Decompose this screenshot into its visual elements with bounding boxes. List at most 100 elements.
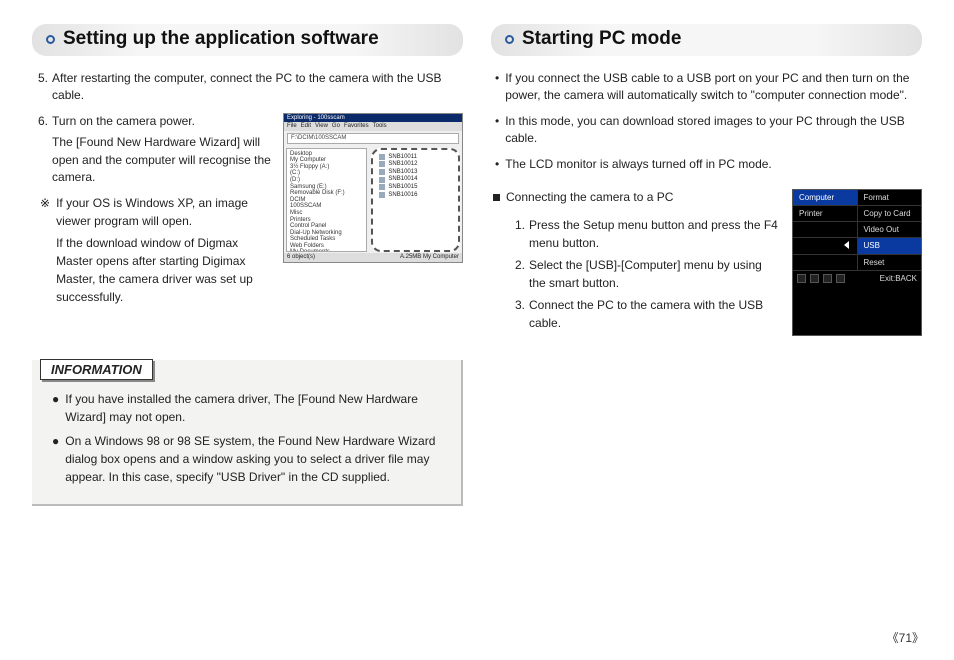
tree-item: Web Folders	[290, 243, 363, 250]
tree-item: Samsung (E:)	[290, 184, 363, 191]
tree-item: My Documents	[290, 249, 363, 251]
cm-bottom-bar: Exit:BACK	[793, 271, 921, 286]
explorer-menu: File Edit View Go Favorites Tools	[284, 122, 462, 131]
explorer-tree: Desktop My Computer 3½ Floppy (A:) (C:) …	[286, 148, 367, 252]
info-item-1: ● If you have installed the camera drive…	[52, 390, 447, 426]
file-name: SNB10015	[388, 184, 417, 191]
step-5-num: 5.	[38, 70, 48, 105]
status-left: 6 object(s)	[287, 254, 315, 260]
xp-note: ※ If your OS is Windows XP, an image vie…	[32, 194, 273, 306]
bullet-icon: •	[495, 113, 499, 148]
sub-step-1: 1. Press the Setup menu button and press…	[515, 216, 780, 252]
menu-fav: Favorites	[344, 123, 369, 130]
cm-empty	[793, 255, 858, 271]
right-bullet-3: • The LCD monitor is always turned off i…	[491, 156, 922, 173]
tree-item: Desktop	[290, 151, 363, 158]
bullet-icon: •	[495, 156, 499, 173]
step-6-line2: The [Found New Hardware Wizard] will ope…	[52, 134, 273, 186]
tree-item: 100SSCAM	[290, 203, 363, 210]
step-6: 6. Turn on the camera power. The [Found …	[32, 113, 273, 187]
menu-edit: Edit	[301, 123, 311, 130]
status-right: A.25MB My Computer	[400, 254, 459, 261]
header-bullet-icon	[505, 35, 514, 44]
cm-video: Video Out	[858, 222, 922, 238]
file-item: SNB10013	[379, 169, 452, 176]
information-box: INFORMATION ● If you have installed the …	[32, 360, 463, 506]
cm-arrow-cell	[793, 238, 858, 255]
xp-note-2: If the download window of Digmax Master …	[56, 234, 273, 306]
tree-item: (D:)	[290, 177, 363, 184]
right-b2-text: In this mode, you can download stored im…	[505, 113, 922, 148]
tree-item: (C:)	[290, 170, 363, 177]
xp-note-body: If your OS is Windows XP, an image viewe…	[56, 194, 273, 306]
file-item: SNB10014	[379, 176, 452, 183]
cm-exit: Exit:BACK	[880, 274, 917, 283]
s2-num: 2.	[515, 256, 525, 292]
menu-go: Go	[332, 123, 340, 130]
bullet-icon: ●	[52, 390, 59, 426]
file-name: SNB10011	[388, 154, 417, 161]
file-icon	[379, 192, 385, 198]
sub-step-2: 2. Select the [USB]-[Computer] menu by u…	[515, 256, 780, 292]
file-name: SNB10012	[388, 161, 417, 168]
step-5: 5. After restarting the computer, connec…	[32, 70, 463, 105]
file-icon	[379, 184, 385, 190]
menu-file: File	[287, 123, 297, 130]
cm-empty	[793, 222, 858, 238]
tree-item: Scheduled Tasks	[290, 236, 363, 243]
file-icon	[379, 169, 385, 175]
cm-mode-icon	[836, 274, 845, 283]
file-name: SNB10014	[388, 176, 417, 183]
menu-view: View	[315, 123, 328, 130]
explorer-files-highlight: SNB10011 SNB10012 SNB10013 SNB10014 SNB1…	[371, 148, 460, 252]
xp-note-1: If your OS is Windows XP, an image viewe…	[56, 196, 248, 228]
step-6-num: 6.	[38, 113, 48, 187]
left-title: Setting up the application software	[63, 28, 379, 50]
s3-num: 3.	[515, 296, 525, 332]
s3-text: Connect the PC to the camera with the US…	[529, 296, 780, 332]
left-arrow-icon	[844, 241, 849, 249]
tree-item: DCIM	[290, 197, 363, 204]
file-name: SNB10016	[388, 192, 417, 199]
cm-format: Format	[858, 190, 922, 206]
explorer-title: Exploring - 100sscam	[284, 114, 462, 123]
left-column: Setting up the application software 5. A…	[32, 24, 463, 506]
info-1-text: If you have installed the camera driver,…	[65, 390, 447, 426]
cm-printer: Printer	[793, 206, 858, 222]
bullet-icon: •	[495, 70, 499, 105]
explorer-address: F:\DCIM\100SSCAM	[287, 133, 459, 144]
s1-num: 1.	[515, 216, 525, 252]
s2-text: Select the [USB]-[Computer] menu by usin…	[529, 256, 780, 292]
sub-step-3: 3. Connect the PC to the camera with the…	[515, 296, 780, 332]
right-bullet-1: • If you connect the USB cable to a USB …	[491, 70, 922, 105]
right-b3-text: The LCD monitor is always turned off in …	[505, 156, 772, 173]
note-symbol-icon: ※	[40, 194, 50, 306]
explorer-screenshot: Exploring - 100sscam File Edit View Go F…	[283, 113, 463, 263]
file-icon	[379, 154, 385, 160]
file-item: SNB10011	[379, 154, 452, 161]
tree-item: Misc	[290, 210, 363, 217]
tree-item: 3½ Floppy (A:)	[290, 164, 363, 171]
step-6-line1: Turn on the camera power.	[52, 114, 195, 128]
file-name: SNB10013	[388, 169, 417, 176]
file-icon	[379, 161, 385, 167]
cm-mode-icon	[810, 274, 819, 283]
s1-text: Press the Setup menu button and press th…	[529, 216, 780, 252]
right-section-header: Starting PC mode	[491, 24, 922, 56]
tree-item: Removable Disk (F:)	[290, 190, 363, 197]
tree-item: Dial-Up Networking	[290, 230, 363, 237]
tree-item: My Computer	[290, 157, 363, 164]
explorer-status: 6 object(s) A.25MB My Computer	[284, 253, 462, 262]
cm-computer: Computer	[793, 190, 858, 206]
file-item: SNB10016	[379, 192, 452, 199]
subsection-title: Connecting the camera to a PC	[491, 189, 780, 206]
cm-mode-icon	[823, 274, 832, 283]
page-number: 《71》	[887, 629, 924, 646]
tree-item: Control Panel	[290, 223, 363, 230]
tree-item: Printers	[290, 217, 363, 224]
file-icon	[379, 177, 385, 183]
right-b1-text: If you connect the USB cable to a USB po…	[505, 70, 922, 105]
square-bullet-icon	[493, 194, 500, 201]
information-label: INFORMATION	[40, 359, 153, 380]
left-section-header: Setting up the application software	[32, 24, 463, 56]
